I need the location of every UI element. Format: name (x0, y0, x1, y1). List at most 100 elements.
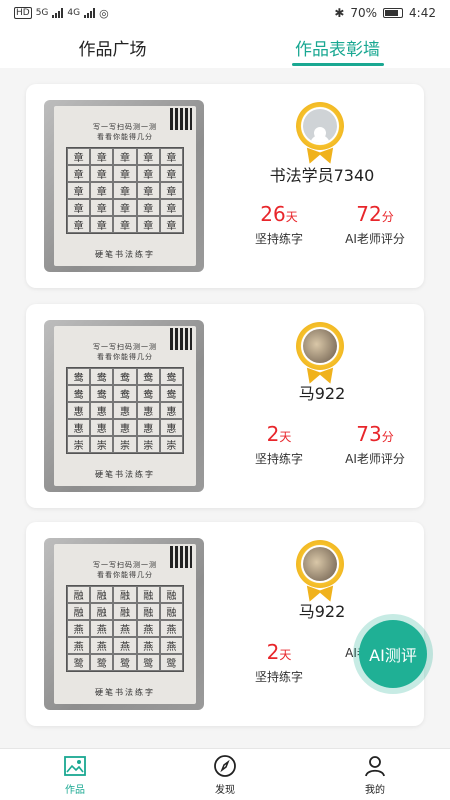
clock: 4:42 (409, 6, 436, 20)
grid-char: 章 (159, 216, 183, 233)
grid-char: 燕 (159, 620, 183, 637)
practice-grid: 章章章章章章章章章章章章章章章章章章章章章章章章章 (66, 147, 184, 234)
grid-char: 鹭 (67, 654, 91, 671)
grid-char: 惠 (113, 419, 137, 436)
grid-char: 章 (67, 182, 91, 199)
signal-icon-2 (84, 8, 96, 18)
grid-char: 惠 (90, 402, 114, 419)
days-label: 坚持练字 (254, 452, 303, 466)
grid-char: 鹭 (90, 654, 114, 671)
grid-char: 章 (90, 216, 114, 233)
grid-char: 燕 (113, 620, 137, 637)
grid-char: 崇 (67, 436, 91, 453)
battery-icon (383, 8, 404, 18)
user-name: 马922 (298, 602, 346, 621)
grid-char: 鸯 (159, 368, 183, 385)
compass-icon (213, 754, 237, 778)
medal-avatar[interactable] (294, 322, 346, 384)
score-value: 73 (356, 422, 382, 446)
ai-score-stat: 73分 AI老师评分 (330, 422, 420, 467)
medal-ring (296, 322, 344, 370)
hd-indicator: HD (14, 7, 32, 19)
grid-char: 崇 (136, 436, 160, 453)
grid-char: 鸯 (67, 385, 91, 402)
grid-char: 融 (136, 603, 160, 620)
score-unit: 分 (381, 430, 394, 444)
nav-item-mine[interactable]: 我的 (300, 749, 450, 800)
score-label: AI老师评分 (345, 232, 405, 246)
hotspot-icon: ◎ (99, 6, 109, 20)
grid-char: 章 (159, 165, 183, 182)
grid-char: 章 (136, 199, 160, 216)
grid-char: 章 (113, 148, 137, 165)
active-tab-indicator (291, 63, 384, 66)
grid-char: 燕 (113, 637, 137, 654)
grid-char: 章 (67, 165, 91, 182)
tab-label: 作品表彰墙 (295, 39, 380, 60)
grid-char: 章 (136, 148, 160, 165)
work-photo[interactable]: 写一写扫码测一测 看看你能得几分 鸯鸯鸯鸯鸯鸯鸯鸯鸯鸯惠惠惠惠惠惠惠惠惠惠崇崇崇… (44, 320, 204, 492)
grid-char: 燕 (67, 620, 91, 637)
work-photo[interactable]: 写一写扫码测一测 看看你能得几分 融融融融融融融融融融燕燕燕燕燕燕燕燕燕燕鹭鹭鹭… (44, 538, 204, 710)
tab-works-square[interactable]: 作品广场 (0, 26, 225, 68)
grid-char: 惠 (159, 419, 183, 436)
medal-avatar[interactable] (294, 540, 346, 602)
cat-avatar-icon (303, 547, 337, 581)
honor-card[interactable]: 写一写扫码测一测 看看你能得几分 鸯鸯鸯鸯鸯鸯鸯鸯鸯鸯惠惠惠惠惠惠惠惠惠惠崇崇崇… (26, 304, 424, 508)
medal-avatar[interactable] (294, 102, 346, 164)
grid-char: 章 (67, 199, 91, 216)
grid-char: 鹭 (113, 654, 137, 671)
days-value: 26 (260, 202, 286, 226)
grid-char: 惠 (136, 419, 160, 436)
sheet-footer: 硬笔书法练字 (95, 250, 155, 259)
medal-ring (296, 540, 344, 588)
days-label: 坚持练字 (254, 232, 303, 246)
grid-char: 章 (159, 199, 183, 216)
grid-char: 鸯 (136, 385, 160, 402)
grid-char: 融 (90, 586, 114, 603)
nav-label: 发现 (215, 784, 235, 796)
work-photo[interactable]: 写一写扫码测一测 看看你能得几分 章章章章章章章章章章章章章章章章章章章章章章章… (44, 100, 204, 272)
practice-days-stat: 2天 坚持练字 (234, 640, 324, 685)
nav-item-discover[interactable]: 发现 (150, 749, 300, 800)
grid-char: 章 (67, 148, 91, 165)
grid-char: 崇 (90, 436, 114, 453)
grid-char: 惠 (113, 402, 137, 419)
honor-card[interactable]: 写一写扫码测一测 看看你能得几分 章章章章章章章章章章章章章章章章章章章章章章章… (26, 84, 424, 288)
grid-char: 融 (136, 586, 160, 603)
tab-label: 作品广场 (78, 39, 147, 60)
tab-honor-wall[interactable]: 作品表彰墙 (225, 26, 450, 68)
person-icon (363, 754, 387, 778)
qr-code-icon (170, 108, 192, 130)
sheet-footer: 硬笔书法练字 (95, 688, 155, 697)
sheet-title-2: 看看你能得几分 (97, 133, 153, 141)
top-tabs: 作品广场 作品表彰墙 (0, 26, 450, 68)
grid-char: 惠 (67, 419, 91, 436)
grid-char: 崇 (113, 436, 137, 453)
grid-char: 鸯 (159, 385, 183, 402)
qr-code-icon (170, 328, 192, 350)
grid-char: 章 (113, 199, 137, 216)
grid-char: 崇 (159, 436, 183, 453)
battery-percent: 70% (350, 6, 378, 20)
grid-char: 章 (113, 216, 137, 233)
status-left: HD 5G 4G ◎ (14, 7, 109, 20)
days-unit: 天 (285, 210, 298, 224)
default-user-icon (303, 109, 337, 143)
medal-ring (296, 102, 344, 150)
nav-label: 我的 (365, 784, 385, 796)
grid-char: 章 (159, 182, 183, 199)
grid-char: 融 (90, 603, 114, 620)
grid-char: 鸯 (136, 368, 160, 385)
practice-grid: 融融融融融融融融融融燕燕燕燕燕燕燕燕燕燕鹭鹭鹭鹭鹭 (66, 585, 184, 672)
nav-item-works[interactable]: 作品 (0, 749, 150, 800)
grid-char: 鹭 (159, 654, 183, 671)
grid-char: 鸯 (113, 368, 137, 385)
user-name: 马922 (298, 384, 346, 403)
grid-char: 章 (90, 148, 114, 165)
honor-card[interactable]: 写一写扫码测一测 看看你能得几分 融融融融融融融融融融燕燕燕燕燕燕燕燕燕燕鹭鹭鹭… (26, 522, 424, 726)
grid-char: 惠 (159, 402, 183, 419)
grid-char: 融 (67, 586, 91, 603)
ai-evaluate-button[interactable]: AI测评 (359, 620, 427, 688)
signal-icon (52, 8, 64, 18)
